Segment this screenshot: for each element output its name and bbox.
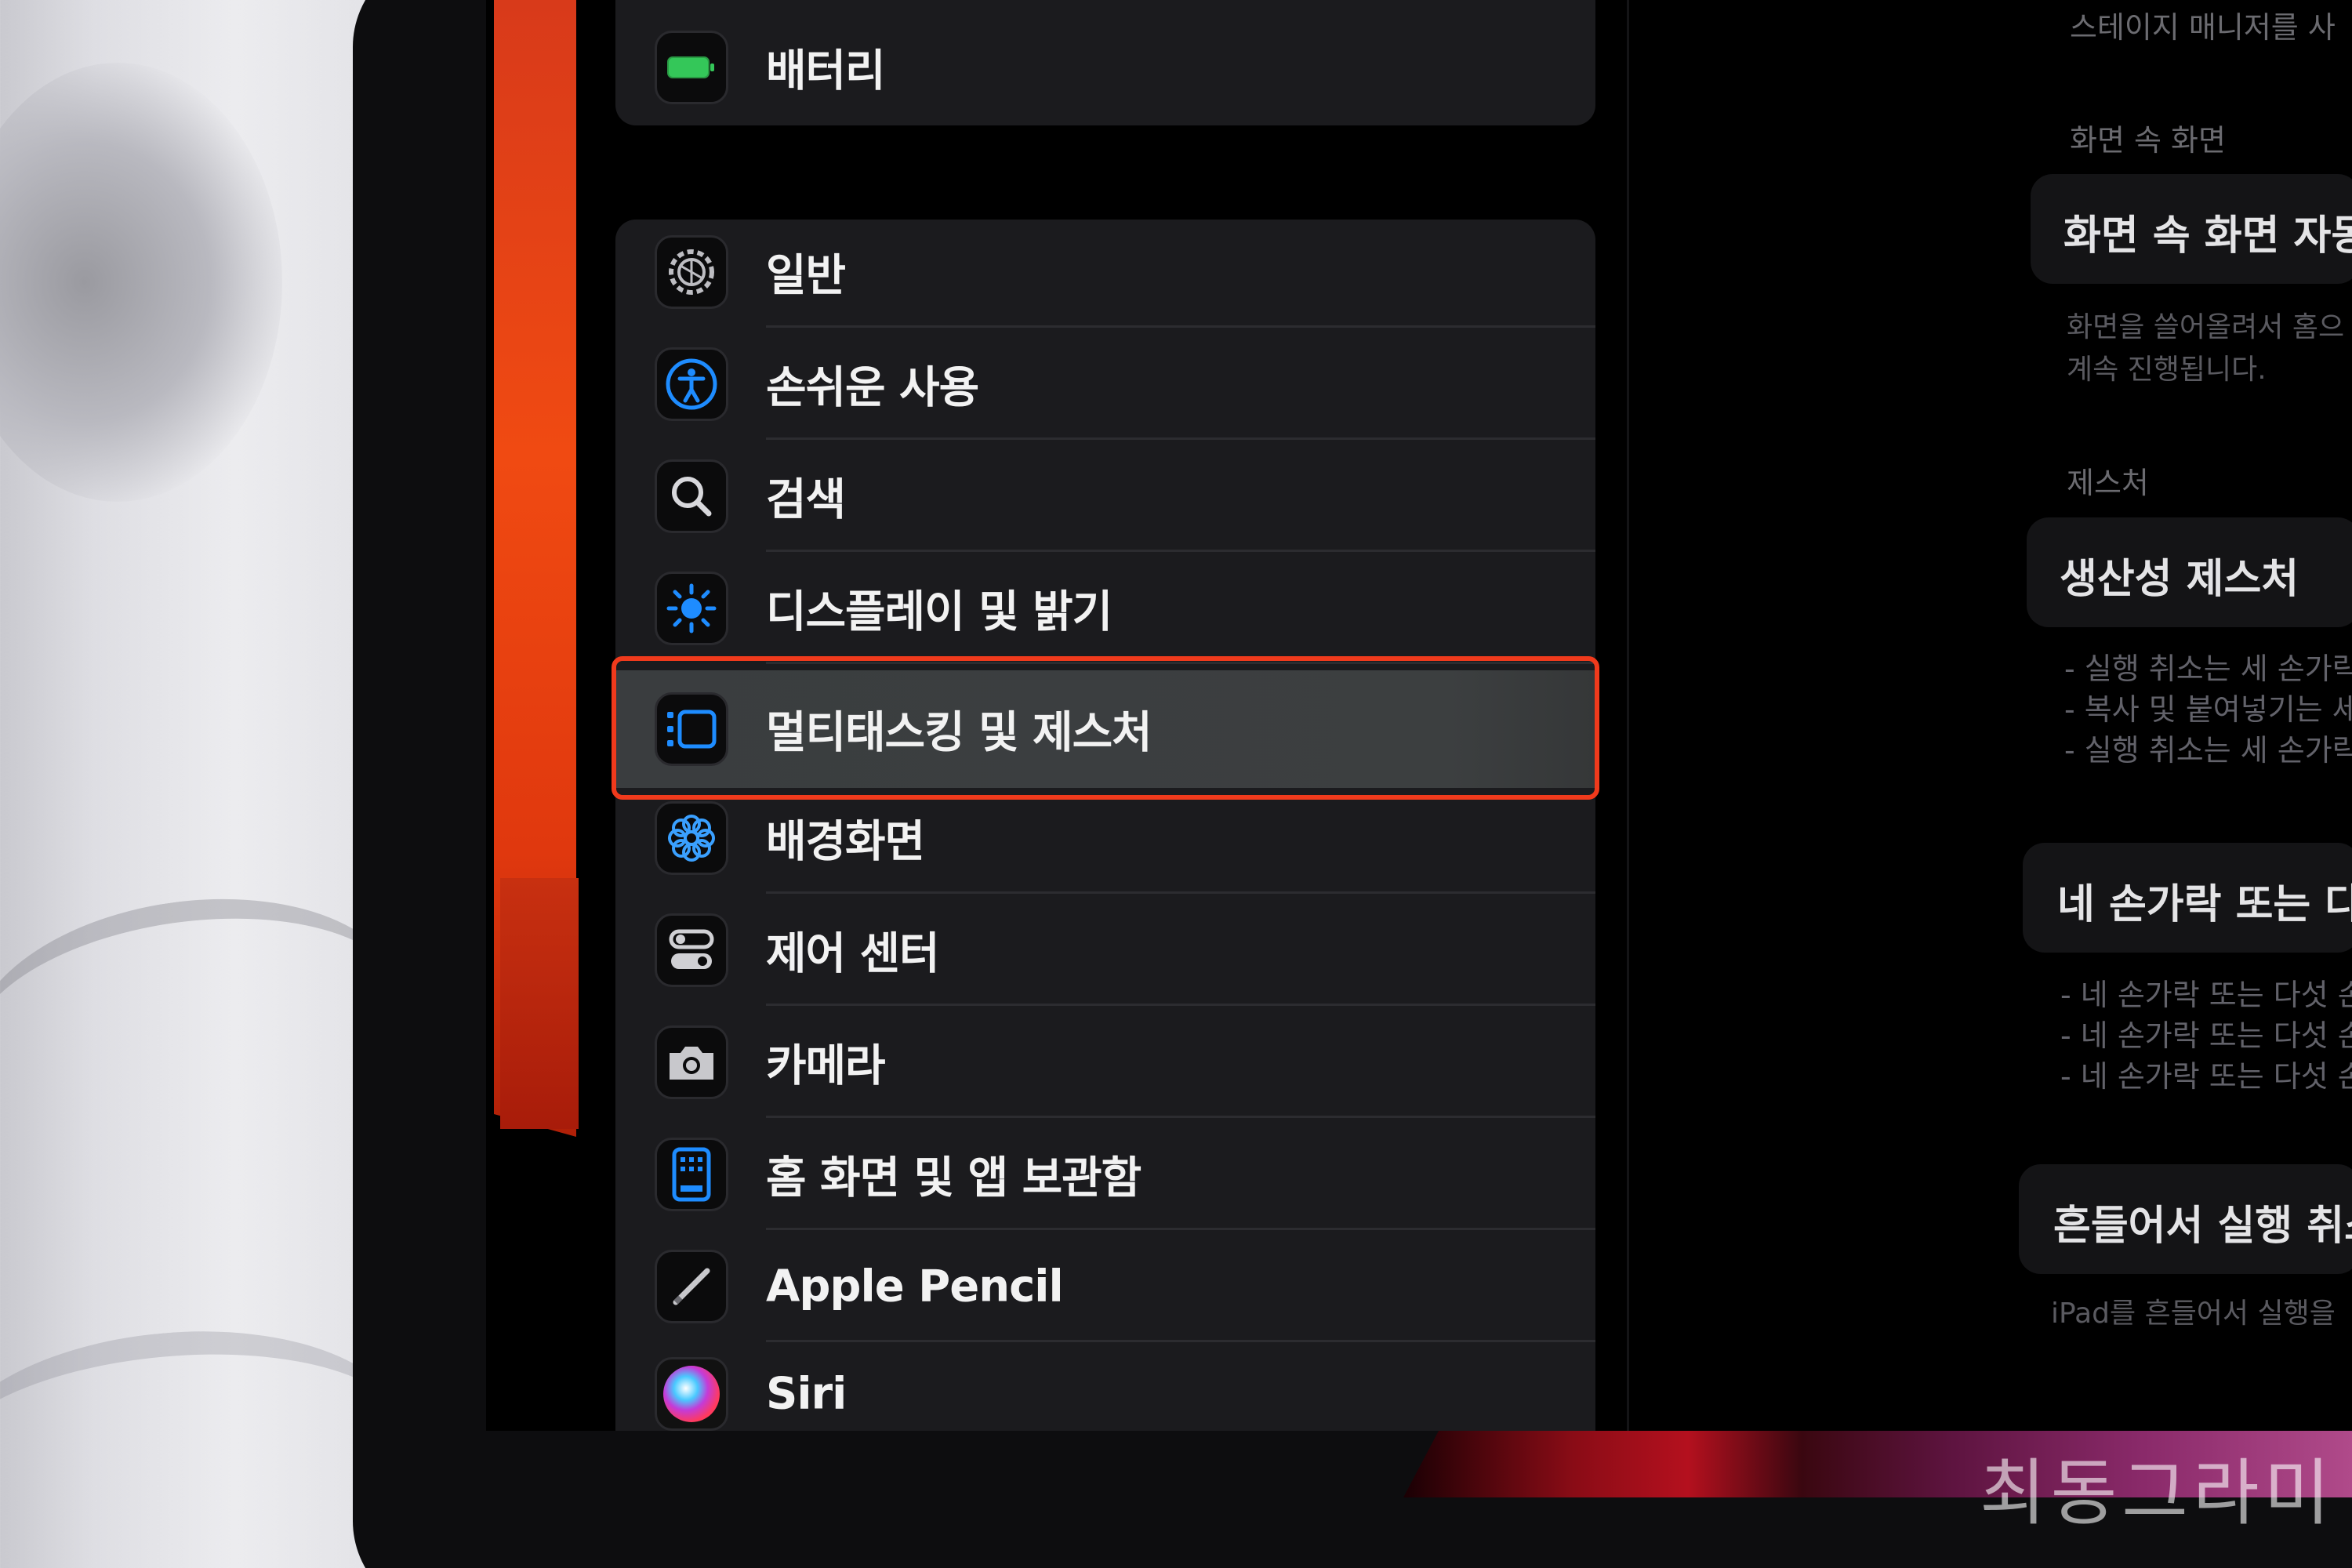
sidebar-item-apple-pencil[interactable]: Apple Pencil	[615, 1230, 1595, 1342]
pip-card[interactable]: 화면 속 화면 자동	[2031, 174, 2352, 284]
search-icon	[655, 459, 728, 533]
sidebar-item-label: 카메라	[766, 1040, 886, 1091]
sidebar-item-label: 손쉬운 사용	[766, 362, 979, 413]
four-finger-card[interactable]: 네 손가락 또는 다	[2023, 843, 2352, 953]
selection-highlight-box	[612, 656, 1599, 800]
battery-icon	[655, 30, 728, 104]
four-finger-bullet: - 네 손가락 또는 다섯 손	[2060, 978, 2352, 1012]
sidebar-item-label: 검색	[766, 474, 846, 525]
sidebar-item-label: 제어 센터	[766, 928, 940, 979]
gear-icon	[655, 234, 728, 309]
sidebar-item-search[interactable]: 검색	[615, 440, 1595, 552]
stage-manager-caption: 스테이지 매니저를 사	[2070, 10, 2336, 45]
control-center-icon	[655, 913, 728, 987]
four-finger-bullet: - 네 손가락 또는 다섯 손	[2060, 1059, 2352, 1094]
pencil-icon	[655, 1249, 728, 1323]
shake-undo-description: iPad를 흔들어서 실행을	[2051, 1298, 2336, 1330]
pane-divider	[1627, 0, 1629, 1431]
productivity-gestures-title: 생산성 제스처	[2060, 556, 2299, 603]
sidebar-item-accessibility[interactable]: 손쉬운 사용	[615, 328, 1595, 440]
four-finger-title: 네 손가락 또는 다	[2057, 881, 2352, 928]
home-screen-icon	[655, 1137, 728, 1211]
productivity-bullet: - 실행 취소는 세 손가락	[2064, 652, 2352, 686]
sidebar-item-label: 배경화면	[766, 816, 925, 867]
four-finger-bullet: - 네 손가락 또는 다섯 손	[2060, 1018, 2352, 1053]
shake-undo-card[interactable]: 흔들어서 실행 취소	[2019, 1164, 2352, 1274]
sidebar-item-label: 일반	[766, 250, 846, 301]
sidebar-item-label: 디스플레이 및 밝기	[766, 586, 1112, 637]
sidebar-item-label: 홈 화면 및 앱 보관함	[766, 1152, 1142, 1203]
sidebar-item-camera[interactable]: 카메라	[615, 1006, 1595, 1118]
brightness-icon	[655, 571, 728, 645]
sidebar-item-label: Siri	[766, 1368, 847, 1419]
section-header-pip: 화면 속 화면	[2070, 123, 2226, 158]
sidebar-item-label: 배터리	[766, 45, 886, 96]
productivity-bullet: - 실행 취소는 세 손가락	[2064, 733, 2352, 768]
pip-description: 화면을 쓸어올려서 홈으	[2067, 311, 2345, 343]
sidebar-item-battery[interactable]: 배터리	[615, 11, 1595, 123]
sidebar-item-display-brightness[interactable]: 디스플레이 및 밝기	[615, 552, 1595, 664]
photographer-watermark: 최동그라미	[1980, 1451, 2336, 1535]
detail-pane: 스테이지 매니저를 사 화면 속 화면 화면 속 화면 자동 화면을 쓸어올려서…	[1631, 0, 2352, 1431]
siri-icon	[655, 1356, 728, 1431]
wallpaper-edge-shadow	[500, 878, 579, 1129]
sidebar-item-label: Apple Pencil	[766, 1261, 1064, 1312]
camera-icon	[655, 1025, 728, 1099]
productivity-bullet: - 복사 및 붙여넣기는 세	[2064, 692, 2352, 727]
background-object	[0, 63, 282, 502]
productivity-gestures-card[interactable]: 생산성 제스처	[2027, 517, 2352, 627]
accessibility-icon	[655, 347, 728, 421]
sidebar-item-control-center[interactable]: 제어 센터	[615, 894, 1595, 1006]
pip-card-title: 화면 속 화면 자동	[2063, 212, 2352, 260]
pip-description: 계속 진행됩니다.	[2067, 354, 2267, 386]
shake-undo-title: 흔들어서 실행 취소	[2053, 1203, 2352, 1250]
sidebar-item-general[interactable]: 일반	[615, 216, 1595, 328]
sidebar-item-home-screen[interactable]: 홈 화면 및 앱 보관함	[615, 1118, 1595, 1230]
wallpaper-flower-icon	[655, 800, 728, 875]
section-header-gestures: 제스처	[2067, 466, 2149, 500]
